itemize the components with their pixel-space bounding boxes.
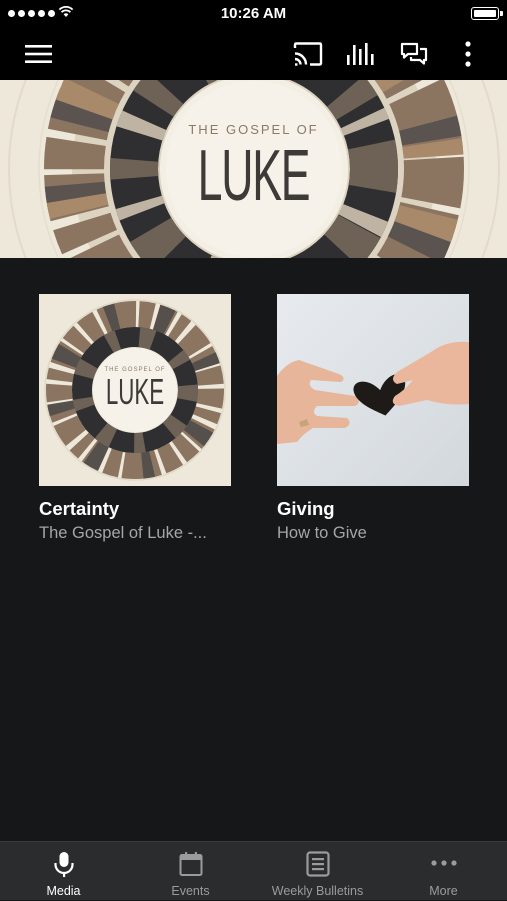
chat-icon	[400, 42, 428, 65]
status-time: 10:26 AM	[220, 5, 287, 22]
menu-icon	[25, 45, 52, 63]
bottom-navigation: Media Events Weekly Bulletins More	[0, 841, 507, 900]
media-card-certainty[interactable]: THE GOSPEL OF LUKE Certainty The Gospel …	[39, 294, 231, 543]
series-hero-banner[interactable]: THE GOSPEL OF LUKE	[0, 80, 507, 258]
cast-icon	[293, 42, 323, 66]
card-subtitle: The Gospel of Luke -...	[39, 524, 207, 542]
chat-button[interactable]	[392, 28, 436, 80]
card-title: Giving	[277, 498, 335, 519]
bulletin-icon	[305, 851, 330, 877]
audio-bars-icon	[347, 43, 374, 65]
card-thumbnail: THE GOSPEL OF LUKE	[39, 294, 231, 486]
hero-title-small: THE GOSPEL OF	[188, 122, 319, 137]
battery-icon	[471, 7, 503, 20]
calendar-icon	[179, 852, 202, 876]
hero-title-large: LUKE	[197, 136, 311, 216]
menu-button[interactable]	[14, 28, 64, 80]
nav-label: More	[429, 884, 458, 898]
nav-label: Weekly Bulletins	[271, 884, 364, 898]
more-horizontal-icon	[430, 860, 457, 866]
app-bar	[0, 28, 507, 80]
nav-item-events[interactable]: Events	[127, 842, 254, 901]
card-title: Certainty	[39, 498, 120, 519]
nav-item-more[interactable]: More	[380, 842, 507, 901]
nav-item-weekly-bulletins[interactable]: Weekly Bulletins	[254, 842, 381, 901]
nav-item-media[interactable]: Media	[0, 842, 127, 901]
status-bar: 10:26 AM	[0, 0, 507, 28]
nav-label: Events	[171, 884, 210, 898]
more-vertical-icon	[465, 41, 471, 67]
nav-label: Media	[46, 884, 81, 898]
card-art-title-large: LUKE	[105, 371, 165, 412]
microphone-icon	[53, 852, 74, 877]
media-card-giving[interactable]: Giving How to Give	[277, 294, 469, 543]
more-options-button[interactable]	[452, 28, 484, 80]
cast-button[interactable]	[286, 28, 330, 80]
audio-button[interactable]	[339, 28, 383, 80]
card-thumbnail	[277, 294, 469, 486]
card-subtitle: How to Give	[277, 524, 367, 542]
